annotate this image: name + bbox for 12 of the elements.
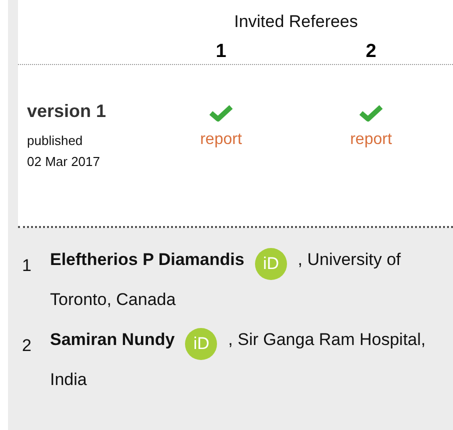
version-label: version 1 (27, 101, 106, 122)
publish-date: 02 Mar 2017 (27, 153, 100, 171)
author-entry: Eleftherios P Diamandis iD , University of Toronto, Canada (50, 247, 402, 311)
referee-number: 2 (366, 41, 376, 64)
report-link[interactable]: report (200, 131, 242, 149)
author-entry: Samiran Nundy iD , Sir Ganga Ram Hospital, India (50, 327, 427, 391)
referees-heading: Invited Referees (233, 12, 359, 33)
author-number: 1 (21, 255, 32, 277)
report-link[interactable]: report (350, 131, 392, 149)
published-label: published (27, 132, 83, 150)
referee-number: 1 (216, 41, 226, 64)
author-number: 2 (21, 335, 32, 357)
